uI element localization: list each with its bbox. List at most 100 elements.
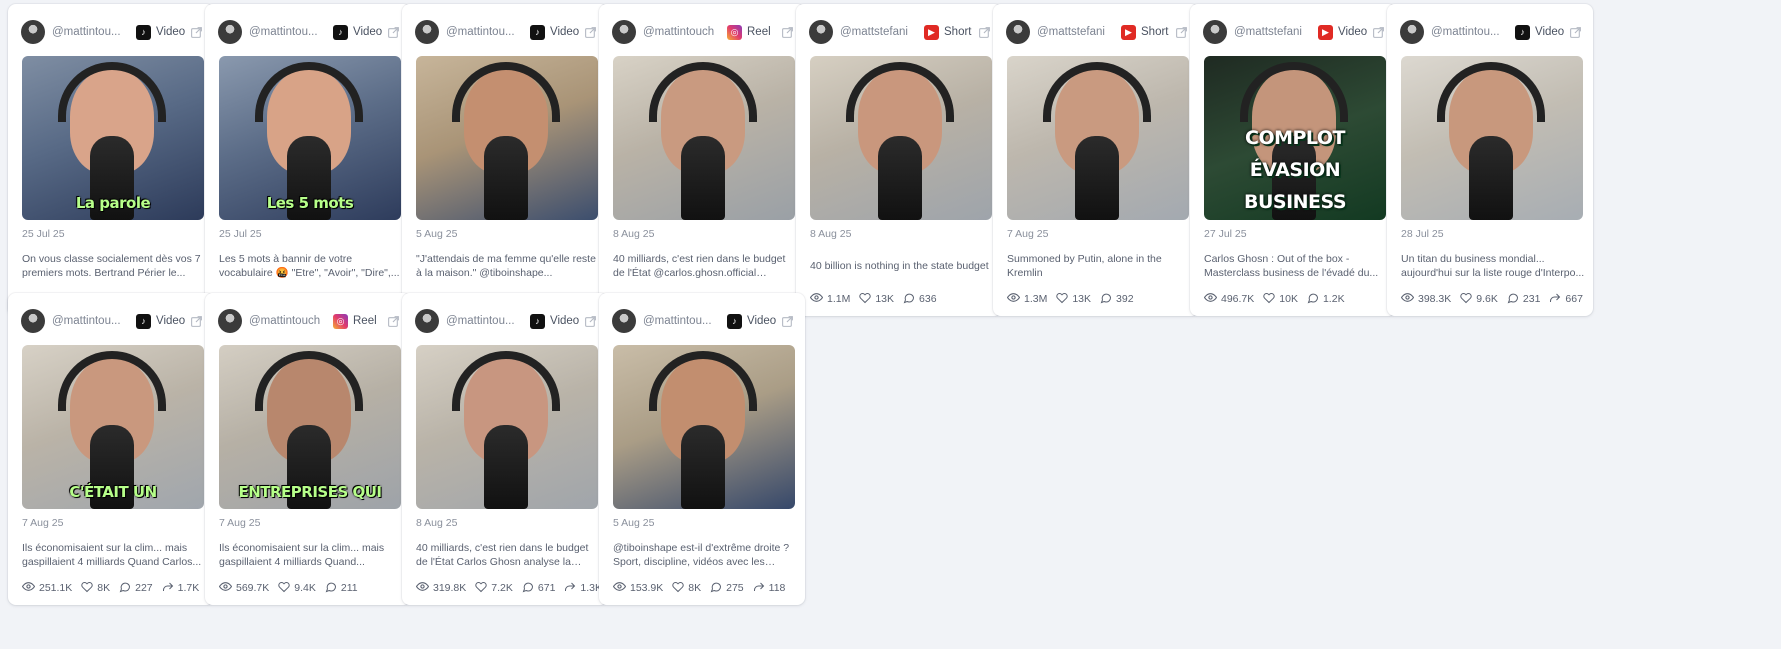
video-card[interactable]: @mattintouch ◎ Reel 8 Aug 25 40 milliard… xyxy=(599,4,805,316)
avatar[interactable] xyxy=(1400,20,1424,44)
external-link-icon[interactable] xyxy=(1371,25,1385,39)
stats-row: 1.1M 13K 636 xyxy=(809,291,946,307)
creator-handle[interactable]: @mattstefani xyxy=(1234,26,1312,38)
video-thumbnail[interactable] xyxy=(416,56,598,220)
external-link-icon[interactable] xyxy=(189,25,203,39)
video-thumbnail[interactable] xyxy=(613,345,795,509)
creator-handle[interactable]: @mattintou... xyxy=(643,315,721,327)
shares-count: 118 xyxy=(768,582,786,594)
likes-stat: 10K xyxy=(1263,292,1298,307)
avatar[interactable] xyxy=(1006,20,1030,44)
video-card[interactable]: @mattintou... ♪ Video 8 Aug 25 40 millia… xyxy=(402,293,608,605)
tiktok-icon: ♪ xyxy=(1515,24,1530,40)
headphones-icon xyxy=(1240,62,1348,122)
video-thumbnail[interactable]: ENTREPRISES QUI xyxy=(219,345,401,509)
external-link-icon[interactable] xyxy=(386,25,400,39)
video-thumbnail[interactable]: La parole xyxy=(22,56,204,220)
external-link-icon[interactable] xyxy=(583,314,597,328)
views-stat: 1.3M xyxy=(1006,291,1047,307)
post-description: 40 milliards, c'est rien dans le budget … xyxy=(613,253,786,279)
video-card[interactable]: @mattintou... ♪ Video 5 Aug 25 @tiboinsh… xyxy=(599,293,805,605)
avatar[interactable] xyxy=(612,309,636,333)
avatar[interactable] xyxy=(415,309,439,333)
heart-icon xyxy=(1056,292,1072,307)
views-stat: 251.1K xyxy=(21,580,72,596)
external-link-icon[interactable] xyxy=(386,314,400,328)
external-link-icon[interactable] xyxy=(780,25,794,39)
external-link-icon[interactable] xyxy=(583,25,597,39)
video-card[interactable]: @mattintouch ◎ Reel ENTREPRISES QUI 7 Au… xyxy=(205,293,411,605)
platform-badge: ♪ Video xyxy=(530,24,579,40)
microphone-icon xyxy=(1469,136,1513,220)
avatar[interactable] xyxy=(218,309,242,333)
external-link-icon[interactable] xyxy=(1174,25,1188,39)
platform-label: Video xyxy=(1535,26,1565,38)
post-date: 28 Jul 25 xyxy=(1401,228,1444,240)
comment-icon xyxy=(903,292,919,307)
eye-icon xyxy=(415,580,433,596)
video-thumbnail[interactable] xyxy=(416,345,598,509)
comments-stat: 636 xyxy=(903,292,937,307)
comment-icon xyxy=(1100,292,1116,307)
avatar[interactable] xyxy=(415,20,439,44)
platform-label: Video xyxy=(1338,26,1368,38)
video-card[interactable]: @mattstefani ▶ Video COMPLOT ÉVASION BUS… xyxy=(1190,4,1396,316)
video-card[interactable]: @mattintou... ♪ Video Les 5 mots 25 Jul … xyxy=(205,4,411,316)
video-card[interactable]: @mattintou... ♪ Video C'ÉTAIT UN 7 Aug 2… xyxy=(8,293,214,605)
video-thumbnail[interactable]: Les 5 mots xyxy=(219,56,401,220)
video-card[interactable]: @mattstefani ▶ Short 8 Aug 25 40 billion… xyxy=(796,4,1002,316)
likes-stat: 8K xyxy=(81,581,110,596)
heart-icon xyxy=(672,581,688,596)
creator-handle[interactable]: @mattintou... xyxy=(249,26,327,38)
headphones-icon xyxy=(1437,62,1545,122)
video-thumbnail[interactable] xyxy=(1401,56,1583,220)
post-description: "J'attendais de ma femme qu'elle reste à… xyxy=(416,253,596,279)
avatar[interactable] xyxy=(21,309,45,333)
video-thumbnail[interactable] xyxy=(613,56,795,220)
video-card[interactable]: @mattstefani ▶ Short 7 Aug 25 Summoned b… xyxy=(993,4,1199,316)
video-card[interactable]: @mattintou... ♪ Video La parole 25 Jul 2… xyxy=(8,4,214,316)
video-thumbnail[interactable] xyxy=(1007,56,1189,220)
card-header: @mattintou... ♪ Video xyxy=(612,307,794,335)
external-link-icon[interactable] xyxy=(780,314,794,328)
creator-handle[interactable]: @mattintou... xyxy=(446,26,524,38)
views-count: 153.9K xyxy=(630,582,664,594)
creator-handle[interactable]: @mattintou... xyxy=(52,315,130,327)
card-header: @mattintou... ♪ Video xyxy=(21,307,203,335)
creator-handle[interactable]: @mattstefani xyxy=(1037,26,1115,38)
creator-handle[interactable]: @mattintouch xyxy=(249,315,327,327)
creator-handle[interactable]: @mattintou... xyxy=(52,26,130,38)
views-stat: 319.8K xyxy=(415,580,466,596)
likes-count: 8K xyxy=(688,582,702,594)
headphones-icon xyxy=(452,351,560,411)
avatar[interactable] xyxy=(21,20,45,44)
microphone-icon xyxy=(878,136,922,220)
creator-handle[interactable]: @mattintou... xyxy=(1431,26,1509,38)
video-card[interactable]: @mattintou... ♪ Video 28 Jul 25 Un titan… xyxy=(1387,4,1593,316)
share-icon xyxy=(1549,292,1565,307)
instagram-icon: ◎ xyxy=(333,313,348,329)
avatar[interactable] xyxy=(809,20,833,44)
video-thumbnail[interactable]: C'ÉTAIT UN xyxy=(22,345,204,509)
card-header: @mattintou... ♪ Video xyxy=(1400,18,1582,46)
likes-count: 13K xyxy=(1072,293,1092,305)
comments-count: 275 xyxy=(726,582,744,594)
video-thumbnail[interactable]: COMPLOT ÉVASION BUSINESS xyxy=(1204,56,1386,220)
external-link-icon[interactable] xyxy=(1568,25,1582,39)
external-link-icon[interactable] xyxy=(977,25,991,39)
headphones-icon xyxy=(255,62,363,122)
card-header: @mattstefani ▶ Short xyxy=(1006,18,1188,46)
external-link-icon[interactable] xyxy=(189,314,203,328)
video-thumbnail[interactable] xyxy=(810,56,992,220)
creator-handle[interactable]: @mattintou... xyxy=(446,315,524,327)
creator-handle[interactable]: @mattintouch xyxy=(643,26,721,38)
video-card[interactable]: @mattintou... ♪ Video 5 Aug 25 "J'attend… xyxy=(402,4,608,316)
thumbnail-caption: Les 5 mots xyxy=(266,194,354,212)
avatar[interactable] xyxy=(1203,20,1227,44)
stats-row: 1.3M 13K 392 xyxy=(1006,291,1143,307)
avatar[interactable] xyxy=(218,20,242,44)
platform-badge: ▶ Video xyxy=(1318,24,1368,40)
creator-handle[interactable]: @mattstefani xyxy=(840,26,918,38)
stats-row: 569.7K 9.4K 211 xyxy=(218,580,367,596)
avatar[interactable] xyxy=(612,20,636,44)
